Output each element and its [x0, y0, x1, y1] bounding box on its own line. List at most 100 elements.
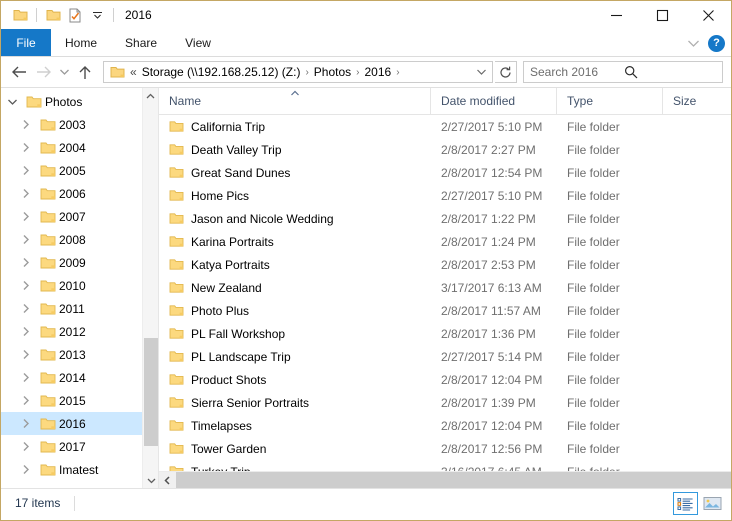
- search-input[interactable]: Search 2016: [523, 61, 723, 83]
- table-row[interactable]: Photo Plus 2/8/2017 11:57 AM File folder: [159, 299, 731, 322]
- column-header-name[interactable]: Name: [159, 88, 431, 114]
- cell-date-modified: 2/27/2017 5:10 PM: [441, 119, 543, 134]
- tab-share[interactable]: Share: [111, 29, 171, 56]
- up-button[interactable]: [73, 60, 97, 84]
- address-chevron-down-icon[interactable]: [472, 68, 490, 76]
- sidebar-item-2006[interactable]: 2006: [1, 182, 158, 205]
- recent-locations-chevron-down-icon[interactable]: [55, 60, 73, 84]
- chevron-down-icon[interactable]: [687, 39, 700, 48]
- chevron-right-icon[interactable]: [15, 441, 37, 452]
- details-view-icon[interactable]: [673, 492, 698, 515]
- chevron-right-icon[interactable]: [15, 464, 37, 475]
- scroll-up-arrow-icon[interactable]: [143, 88, 158, 104]
- table-row[interactable]: Karina Portraits 2/8/2017 1:24 PM File fol…: [159, 230, 731, 253]
- table-row[interactable]: California Trip 2/27/2017 5:10 PM File fol…: [159, 115, 731, 138]
- chevron-right-icon[interactable]: [15, 234, 37, 245]
- chevron-down-icon[interactable]: [1, 98, 23, 106]
- chevron-right-icon[interactable]: [15, 418, 37, 429]
- chevron-down-icon[interactable]: [86, 4, 108, 26]
- back-button[interactable]: [7, 60, 31, 84]
- sidebar-item-2015[interactable]: 2015: [1, 389, 158, 412]
- chevron-right-icon[interactable]: [15, 395, 37, 406]
- chevron-right-icon[interactable]: [15, 303, 37, 314]
- sidebar-item-2016[interactable]: 2016: [1, 412, 158, 435]
- chevron-right-icon[interactable]: [15, 188, 37, 199]
- table-row[interactable]: Sierra Senior Portraits 2/8/2017 1:39 PM F…: [159, 391, 731, 414]
- column-headers: Name Date modified Type Size: [159, 88, 731, 115]
- folder-icon: [37, 164, 59, 178]
- table-row[interactable]: Product Shots 2/8/2017 12:04 PM File folde…: [159, 368, 731, 391]
- table-row[interactable]: Tower Garden 2/8/2017 12:56 PM File folder: [159, 437, 731, 460]
- forward-button[interactable]: [31, 60, 55, 84]
- chevron-right-icon[interactable]: [15, 257, 37, 268]
- sidebar-item-2012[interactable]: 2012: [1, 320, 158, 343]
- table-row[interactable]: Home Pics 2/27/2017 5:10 PM File folder: [159, 184, 731, 207]
- chevron-right-icon[interactable]: [15, 119, 37, 130]
- table-row[interactable]: Katya Portraits 2/8/2017 2:53 PM File fold…: [159, 253, 731, 276]
- cell-type: File folder: [567, 119, 620, 134]
- sidebar-item-2005[interactable]: 2005: [1, 159, 158, 182]
- table-row[interactable]: PL Landscape Trip 2/27/2017 5:14 PM File f…: [159, 345, 731, 368]
- scroll-left-arrow-icon[interactable]: [159, 472, 176, 488]
- column-header-size[interactable]: Size: [663, 88, 723, 114]
- breadcrumb-item-2016[interactable]: 2016: [361, 65, 396, 79]
- cell-name: PL Fall Workshop: [159, 327, 431, 341]
- chevron-right-icon[interactable]: [15, 165, 37, 176]
- chevron-right-icon[interactable]: [15, 326, 37, 337]
- folder-icon[interactable]: [9, 4, 31, 26]
- breadcrumb-separator[interactable]: ›: [395, 67, 400, 78]
- table-row[interactable]: Timelapses 2/8/2017 12:04 PM File folder: [159, 414, 731, 437]
- sidebar-item-2009[interactable]: 2009: [1, 251, 158, 274]
- chevron-right-icon[interactable]: [15, 372, 37, 383]
- sidebar-item-2008[interactable]: 2008: [1, 228, 158, 251]
- sidebar-item-imatest[interactable]: Imatest: [1, 458, 158, 481]
- large-icons-view-icon[interactable]: [700, 492, 725, 515]
- refresh-button[interactable]: [495, 61, 517, 83]
- scroll-down-arrow-icon[interactable]: [143, 472, 158, 488]
- horizontal-scrollbar[interactable]: [159, 471, 731, 488]
- sidebar-item-2014[interactable]: 2014: [1, 366, 158, 389]
- chevron-right-icon[interactable]: [15, 280, 37, 291]
- tab-view[interactable]: View: [171, 29, 225, 56]
- folder-tree: Photos 2003 2004 2005 2006 2007 2008 2009 2010 2…: [1, 88, 158, 481]
- table-row[interactable]: Great Sand Dunes 2/8/2017 12:54 PM File fo…: [159, 161, 731, 184]
- sidebar-item-2007[interactable]: 2007: [1, 205, 158, 228]
- breadcrumb-item-photos[interactable]: Photos: [310, 65, 355, 79]
- sidebar-item-2011[interactable]: 2011: [1, 297, 158, 320]
- minimize-button[interactable]: [593, 1, 639, 29]
- column-header-type[interactable]: Type: [557, 88, 663, 114]
- column-header-date-modified[interactable]: Date modified: [431, 88, 557, 114]
- table-row[interactable]: New Zealand 3/17/2017 6:13 AM File folder: [159, 276, 731, 299]
- close-button[interactable]: [685, 1, 731, 29]
- sidebar-item-2010[interactable]: 2010: [1, 274, 158, 297]
- table-row[interactable]: PL Fall Workshop 2/8/2017 1:36 PM File fol…: [159, 322, 731, 345]
- breadcrumb-item-storage[interactable]: Storage (\\192.168.25.12) (Z:): [138, 65, 305, 79]
- cell-type: File folder: [567, 441, 620, 456]
- folder-icon[interactable]: [42, 4, 64, 26]
- sidebar-item-photos[interactable]: Photos: [1, 90, 158, 113]
- horizontal-scroll-thumb[interactable]: [176, 472, 731, 488]
- sidebar-item-2017[interactable]: 2017: [1, 435, 158, 458]
- table-row[interactable]: Death Valley Trip 2/8/2017 2:27 PM File fo…: [159, 138, 731, 161]
- tab-home[interactable]: Home: [51, 29, 111, 56]
- properties-icon[interactable]: [64, 4, 86, 26]
- sidebar-item-2003[interactable]: 2003: [1, 113, 158, 136]
- chevron-right-icon[interactable]: [15, 142, 37, 153]
- search-icon[interactable]: [624, 65, 718, 79]
- table-row[interactable]: Jason and Nicole Wedding 2/8/2017 1:22 PM…: [159, 207, 731, 230]
- sidebar-scroll-thumb[interactable]: [144, 338, 158, 446]
- maximize-button[interactable]: [639, 1, 685, 29]
- ribbon-tab-bar: File Home Share View ?: [1, 29, 731, 57]
- cell-type: File folder: [567, 395, 620, 410]
- folder-icon: [37, 118, 59, 132]
- cell-name: Katya Portraits: [159, 258, 431, 272]
- sidebar-item-2004[interactable]: 2004: [1, 136, 158, 159]
- chevron-right-icon[interactable]: [15, 349, 37, 360]
- breadcrumb-overflow[interactable]: «: [127, 65, 138, 79]
- help-icon[interactable]: ?: [708, 34, 725, 52]
- sidebar-scrollbar[interactable]: [142, 88, 158, 488]
- tab-file[interactable]: File: [1, 29, 51, 56]
- sidebar-item-2013[interactable]: 2013: [1, 343, 158, 366]
- address-field[interactable]: « Storage (\\192.168.25.12) (Z:) › Photo…: [103, 61, 493, 83]
- chevron-right-icon[interactable]: [15, 211, 37, 222]
